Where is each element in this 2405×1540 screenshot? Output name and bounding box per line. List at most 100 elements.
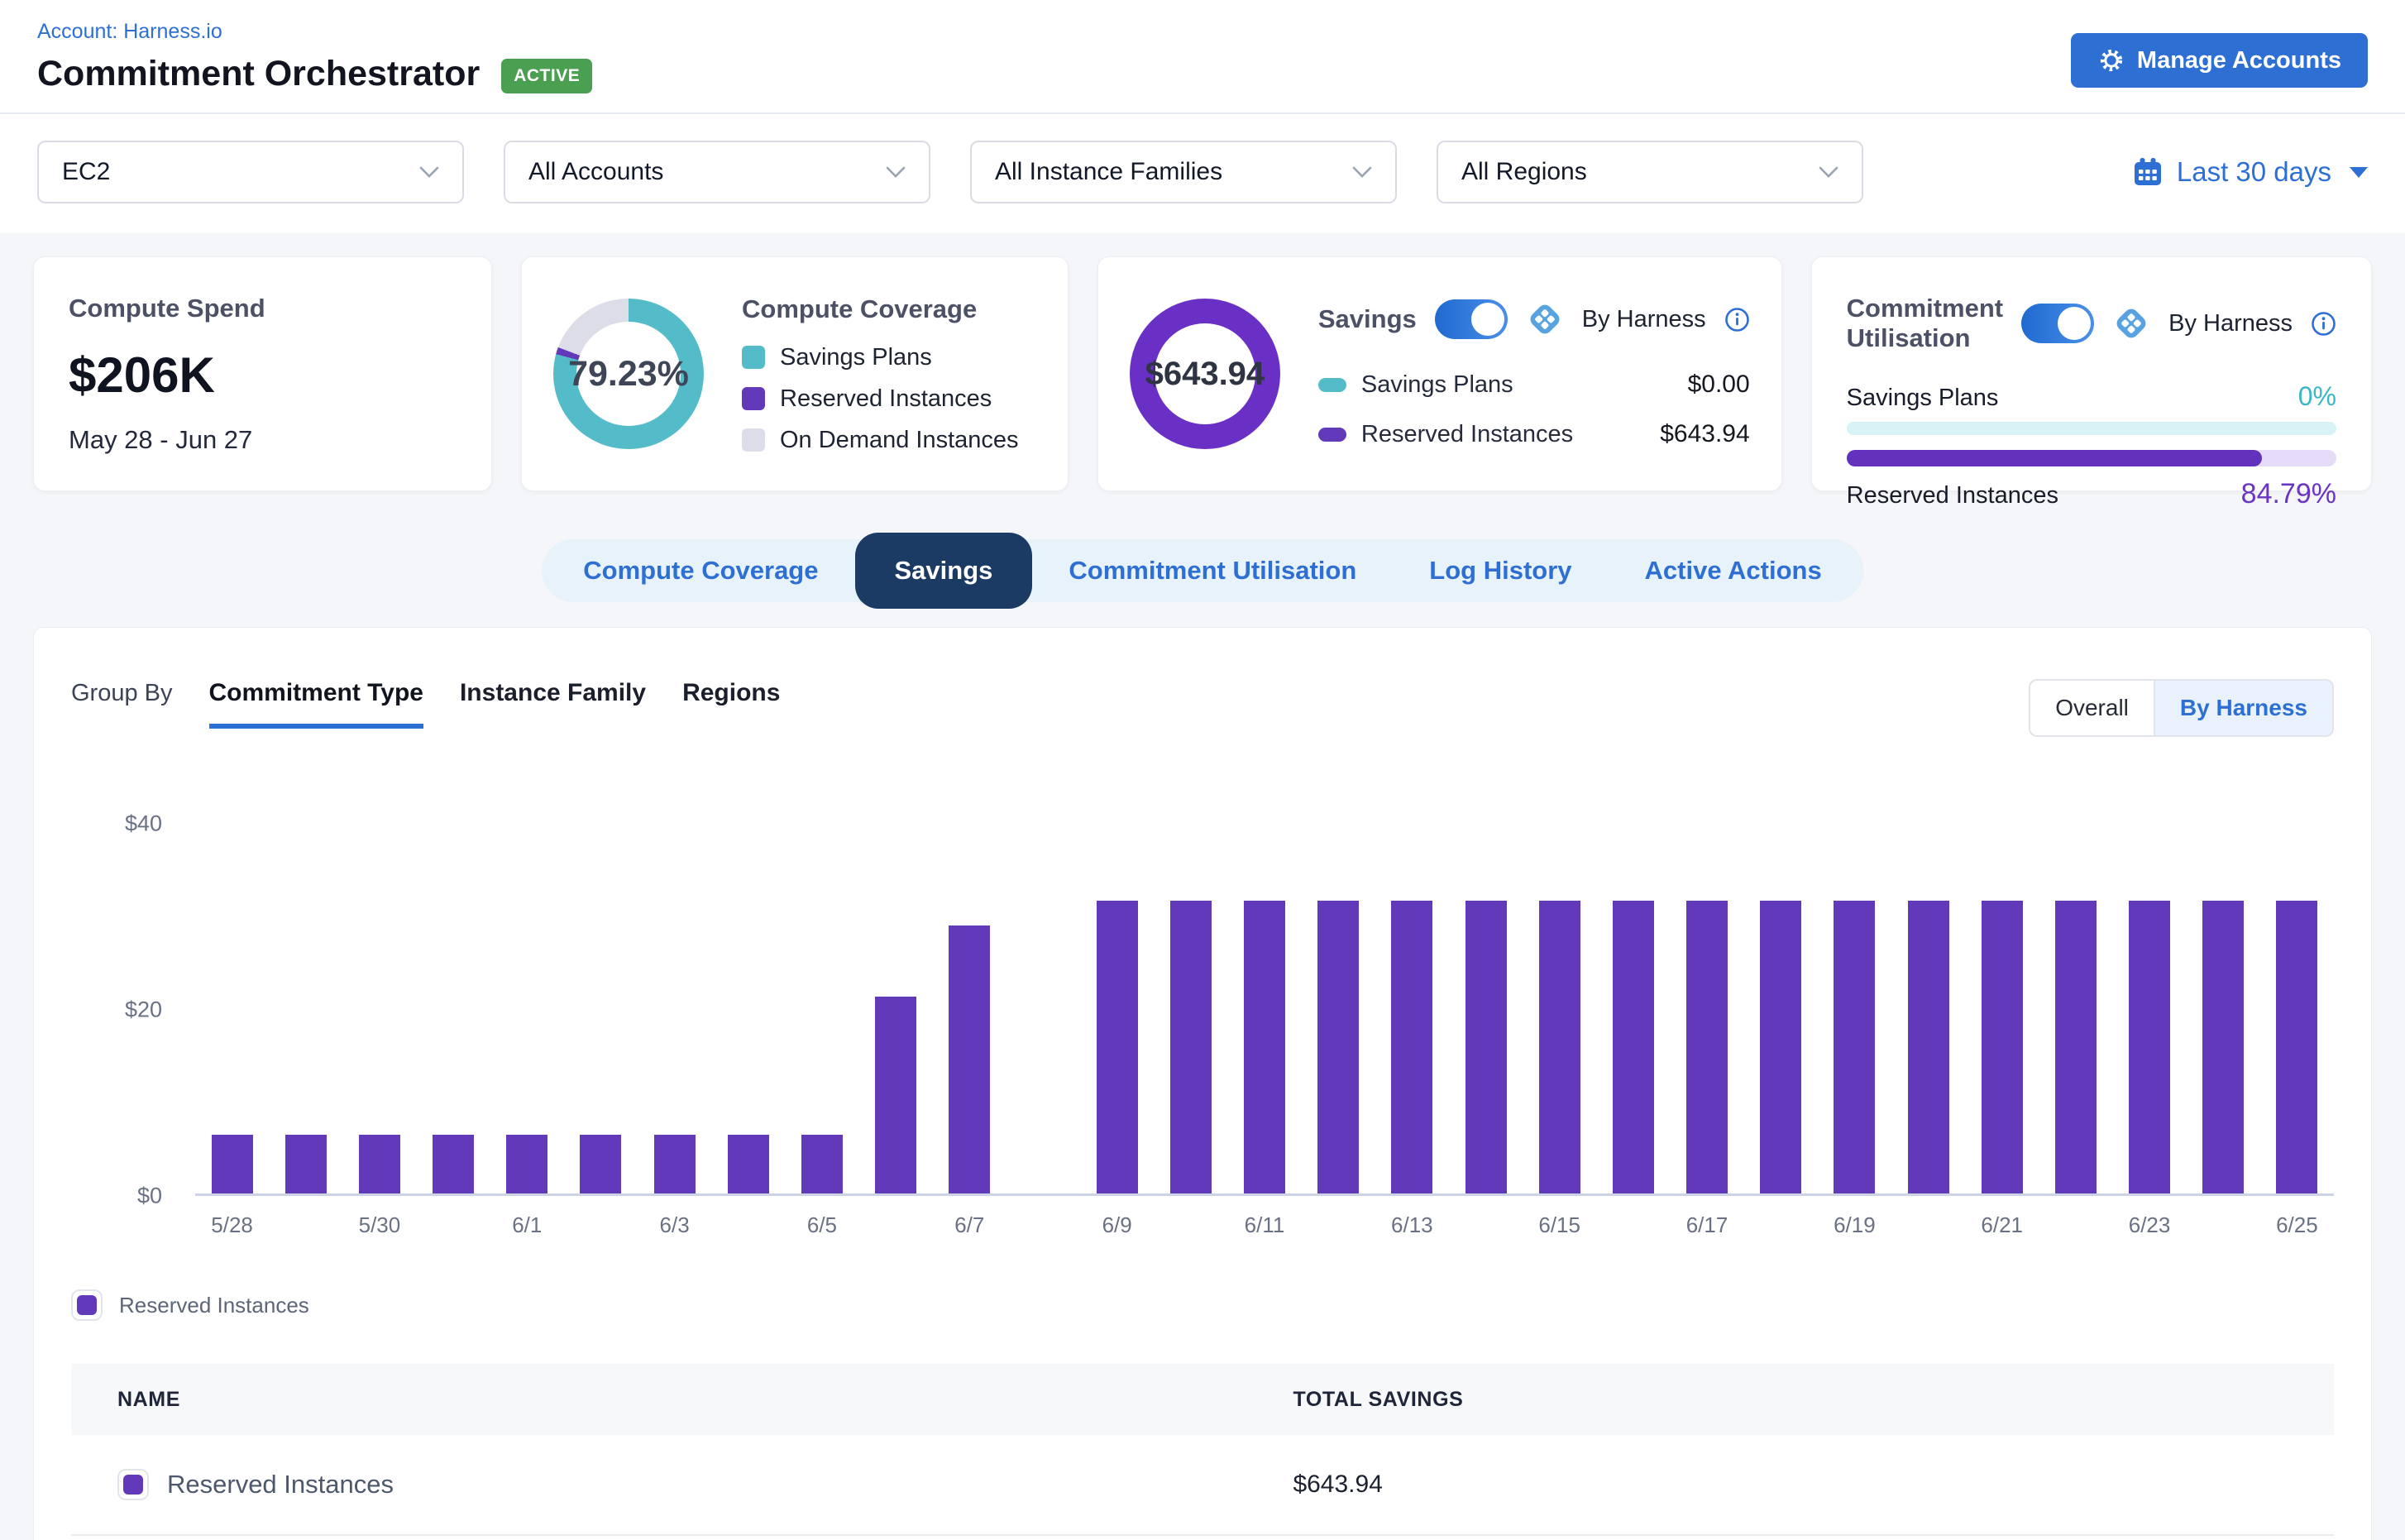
bar-6/9[interactable] — [1097, 901, 1138, 1193]
x-axis-tick: 6/3 — [638, 1212, 711, 1238]
harness-logo-icon — [2112, 304, 2150, 342]
bar-slot-6/17 — [1670, 901, 1743, 1193]
bar-slot-6/18 — [1744, 901, 1818, 1193]
reserved-instances-utilisation-bar — [1847, 450, 2336, 466]
tab-compute-coverage[interactable]: Compute Coverage — [547, 539, 854, 602]
bar-slot-6/24 — [2187, 901, 2260, 1193]
chart-x-axis: 5/285/306/16/36/56/76/96/116/136/156/176… — [195, 1212, 2334, 1238]
savings-plans-utilisation-label: Savings Plans — [1847, 385, 1999, 412]
bar-6/6[interactable] — [875, 997, 916, 1194]
group-by-control: Group By Commitment Type Instance Family R… — [71, 679, 780, 729]
filter-select-0[interactable]: EC2 — [37, 141, 464, 203]
bar-6/19[interactable] — [1834, 901, 1875, 1193]
legend-swatch — [742, 387, 765, 410]
bar-slot-6/10 — [1154, 901, 1227, 1193]
group-by-regions[interactable]: Regions — [682, 679, 780, 729]
bar-6/10[interactable] — [1170, 901, 1212, 1193]
bar-6/22[interactable] — [2055, 901, 2097, 1193]
filter-select-3[interactable]: All Regions — [1437, 141, 1863, 203]
bar-slot-6/3 — [638, 1135, 711, 1193]
gear-icon — [2097, 46, 2125, 74]
savings-legend-row: Savings Plans$0.00 — [1318, 371, 1750, 399]
x-axis-tick: 6/9 — [1080, 1212, 1154, 1238]
section-tabs: Compute CoverageSavingsCommitment Utilis… — [542, 539, 1862, 602]
savings-legend-rows: Savings Plans$0.00Reserved Instances$643… — [1318, 371, 1750, 448]
chart-y-axis: $0$20$40 — [71, 824, 162, 1196]
bar-5/29[interactable] — [285, 1135, 327, 1193]
tab-commitment-utilisation[interactable]: Commitment Utilisation — [1032, 539, 1393, 602]
bar-6/11[interactable] — [1244, 901, 1285, 1193]
account-link[interactable]: Account: Harness.io — [37, 20, 592, 44]
bar-6/4[interactable] — [728, 1135, 769, 1193]
bar-6/23[interactable] — [2129, 901, 2170, 1193]
compute-spend-card: Compute Spend $206K May 28 - Jun 27 — [33, 256, 492, 491]
bar-6/7[interactable] — [949, 925, 990, 1193]
view-toggle-by-harness[interactable]: By Harness — [2154, 681, 2332, 735]
bar-slot-6/12 — [1302, 901, 1375, 1193]
bar-6/2[interactable] — [580, 1135, 621, 1193]
bar-5/30[interactable] — [359, 1135, 400, 1193]
table-row[interactable]: Reserved Instances$643.94 — [71, 1435, 2334, 1536]
status-badge: ACTIVE — [501, 59, 592, 93]
group-by-label: Group By — [71, 680, 173, 707]
bar-6/14[interactable] — [1465, 901, 1507, 1193]
filter-select-1[interactable]: All Accounts — [504, 141, 930, 203]
group-by-instance-family[interactable]: Instance Family — [460, 679, 646, 729]
bar-6/12[interactable] — [1317, 901, 1359, 1193]
savings-by-harness-toggle[interactable] — [1435, 299, 1508, 339]
bar-6/13[interactable] — [1391, 901, 1432, 1193]
bar-6/20[interactable] — [1908, 901, 1949, 1193]
date-range-picker[interactable]: Last 30 days — [2132, 156, 2368, 188]
bar-5/31[interactable] — [433, 1135, 474, 1193]
compute-coverage-card: 79.23% Compute Coverage Savings PlansRes… — [521, 256, 1069, 491]
caret-down-icon — [2350, 167, 2368, 178]
x-axis-tick: 6/21 — [1965, 1212, 2039, 1238]
chevron-down-icon — [1352, 166, 1372, 179]
bar-6/5[interactable] — [801, 1135, 843, 1193]
app-header: Account: Harness.io Commitment Orchestra… — [0, 0, 2405, 112]
group-by-commitment-type[interactable]: Commitment Type — [209, 679, 423, 729]
bar-6/16[interactable] — [1613, 901, 1654, 1193]
x-axis-tick: 6/1 — [490, 1212, 564, 1238]
bar-6/24[interactable] — [2202, 901, 2244, 1193]
x-axis-tick: 5/28 — [195, 1212, 269, 1238]
reserved-instances-legend-checkbox[interactable] — [71, 1289, 103, 1321]
x-axis-tick — [2187, 1212, 2260, 1238]
bar-6/18[interactable] — [1760, 901, 1801, 1193]
info-icon[interactable] — [1724, 307, 1750, 332]
bar-slot-6/2 — [564, 1135, 638, 1193]
chevron-down-icon — [1819, 166, 1838, 179]
filter-select-2[interactable]: All Instance Families — [970, 141, 1397, 203]
bar-slot-5/28 — [195, 1135, 269, 1193]
x-axis-tick — [564, 1212, 638, 1238]
bar-slot-6/16 — [1596, 901, 1670, 1193]
commitment-utilisation-card: Commitment Utilisation By Harness — [1811, 256, 2372, 491]
bar-6/1[interactable] — [506, 1135, 547, 1193]
x-axis-tick: 5/30 — [342, 1212, 416, 1238]
info-icon[interactable] — [2311, 311, 2336, 337]
bar-5/28[interactable] — [212, 1135, 253, 1193]
bar-6/21[interactable] — [1982, 901, 2023, 1193]
y-axis-tick: $0 — [137, 1184, 162, 1209]
y-axis-tick: $20 — [125, 997, 162, 1023]
legend-swatch — [742, 346, 765, 369]
tab-log-history[interactable]: Log History — [1393, 539, 1608, 602]
tab-savings[interactable]: Savings — [855, 533, 1033, 609]
coverage-legend-item: Savings Plans — [742, 344, 1019, 371]
tab-active-actions[interactable]: Active Actions — [1609, 539, 1858, 602]
savings-plans-utilisation-bar — [1847, 422, 2336, 435]
bar-6/3[interactable] — [654, 1135, 696, 1193]
bar-6/15[interactable] — [1539, 901, 1580, 1193]
manage-accounts-button[interactable]: Manage Accounts — [2071, 33, 2368, 88]
bar-slot-6/11 — [1227, 901, 1301, 1193]
row-checkbox[interactable] — [117, 1469, 149, 1500]
overall-byharness-toggle: OverallBy Harness — [2029, 679, 2334, 737]
bar-6/25[interactable] — [2276, 901, 2317, 1193]
bar-6/17[interactable] — [1686, 901, 1728, 1193]
utilisation-by-harness-toggle[interactable] — [2021, 304, 2094, 343]
bar-slot-5/30 — [342, 1135, 416, 1193]
x-axis-tick — [1006, 1212, 1080, 1238]
view-toggle-overall[interactable]: Overall — [2030, 681, 2154, 735]
table-header-name: NAME — [71, 1388, 1293, 1412]
coverage-legend-item: On Demand Instances — [742, 427, 1019, 454]
